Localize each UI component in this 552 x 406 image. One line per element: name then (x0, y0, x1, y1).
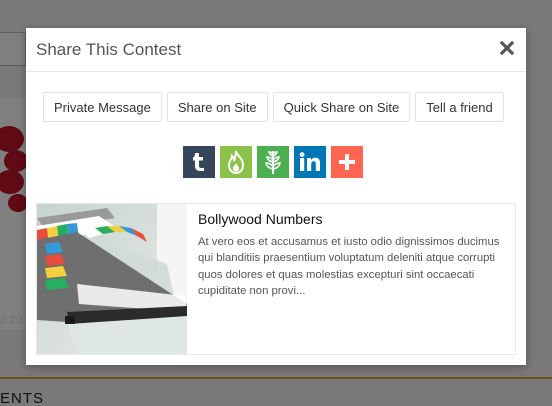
social-share-buttons (183, 146, 363, 178)
private-message-button[interactable]: Private Message (43, 92, 162, 122)
tumblr-icon[interactable] (183, 146, 215, 178)
share-tabs: Private Message Share on Site Quick Shar… (43, 92, 504, 122)
clapperboard-image (37, 204, 187, 354)
modal-header: Share This Contest (26, 28, 526, 72)
linkedin-icon[interactable] (294, 146, 326, 178)
card-title: Bollywood Numbers (198, 211, 323, 227)
share-modal: Share This Contest Private Message Share… (26, 28, 526, 365)
close-icon[interactable] (499, 40, 515, 56)
modal-title: Share This Contest (36, 40, 182, 59)
tell-a-friend-button[interactable]: Tell a friend (415, 92, 504, 122)
leaf-icon[interactable] (257, 146, 289, 178)
plus-icon[interactable] (331, 146, 363, 178)
card-description: At vero eos et accusamus et iusto odio d… (198, 236, 500, 297)
fire-icon[interactable] (220, 146, 252, 178)
contest-preview-card: Bollywood Numbers At vero eos et accusam… (36, 203, 516, 355)
share-on-site-button[interactable]: Share on Site (166, 92, 268, 122)
quick-share-on-site-button[interactable]: Quick Share on Site (272, 92, 411, 122)
